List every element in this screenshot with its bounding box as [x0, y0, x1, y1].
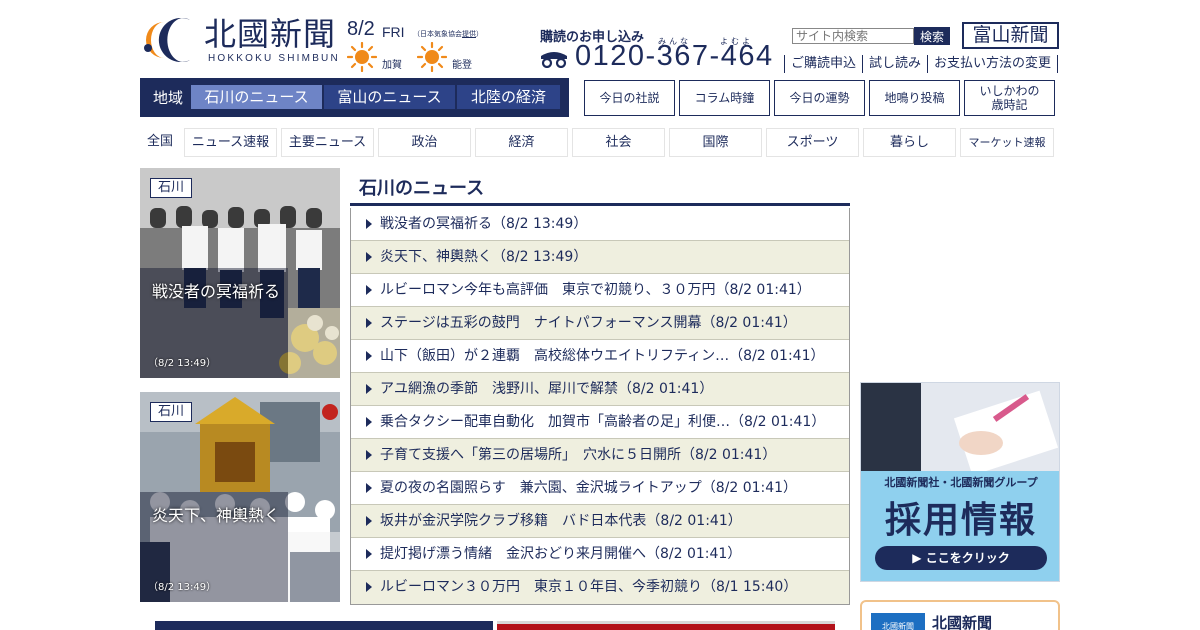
category-breaking-news[interactable]: ニュース速報	[184, 128, 277, 157]
reader-letters-link[interactable]: 地鳴り投稿	[869, 80, 960, 116]
triangle-right-icon	[366, 384, 372, 394]
toyama-shimbun-link[interactable]: 富山新聞	[962, 22, 1059, 49]
free-dial-icon	[541, 52, 567, 68]
payment-change-link[interactable]: お支払い方法の変更	[927, 55, 1059, 73]
sun-icon	[417, 42, 447, 72]
category-international[interactable]: 国際	[669, 128, 762, 157]
triangle-right-icon	[366, 351, 372, 361]
triangle-right-icon	[366, 318, 372, 328]
triangle-right-icon	[366, 549, 372, 559]
triangle-right-icon	[366, 483, 372, 493]
recruit-subtitle: 北國新聞社・北國新聞グループ	[884, 476, 1038, 489]
weather-widget: 8/2 FRI （日本気象協会提供） 加賀 能登	[347, 18, 487, 74]
category-top-news[interactable]: 主要ニュース	[281, 128, 374, 157]
utility-links: ご購読申込 試し読み お支払い方法の変更	[784, 55, 1059, 73]
weather-credit-link[interactable]: 提供	[462, 30, 476, 38]
region-nav: 地域 石川のニュース 富山のニュース 北陸の経済	[140, 78, 569, 117]
subscription-contact[interactable]: 購読のお申し込み みんな よむよ 0120-367-464	[540, 24, 785, 76]
triangle-right-icon	[366, 219, 372, 229]
newspaper-name: 北國新聞	[932, 614, 993, 630]
weather-city-kaga: 加賀	[382, 60, 402, 71]
news-item[interactable]: ルビーロマン今年も高評価 東京で初競り、３０万円（8/2 01:41）	[351, 274, 849, 307]
logo-romaji: HOKKOKU SHIMBUN	[208, 53, 340, 64]
column-links: 今日の社説 コラム時鐘 今日の運勢 地鳴り投稿 いしかわの 歳時記	[584, 80, 1055, 116]
weather-date: 8/2	[347, 18, 375, 40]
news-heading: 石川のニュース	[350, 168, 850, 206]
newspaper-card[interactable]: 北國新聞 北國新聞	[860, 600, 1060, 630]
ishikawa-almanac-link[interactable]: いしかわの 歳時記	[964, 80, 1055, 116]
triangle-right-icon	[366, 417, 372, 427]
triangle-right-icon	[366, 252, 372, 262]
hand-writing-icon	[861, 383, 1059, 476]
recruit-banner-photo	[861, 383, 1059, 476]
triangle-right-icon	[366, 285, 372, 295]
search-button[interactable]: 検索	[914, 27, 950, 45]
triangle-right-icon	[366, 582, 372, 592]
hokkoku-logo-icon	[144, 17, 190, 63]
weather-day: FRI	[382, 24, 405, 40]
news-item[interactable]: アユ網漁の季節 浅野川、犀川で解禁（8/2 01:41）	[351, 373, 849, 406]
photo-tag-ishikawa: 石川	[150, 402, 192, 422]
photo-tag-ishikawa: 石川	[150, 178, 192, 198]
triangle-right-icon	[366, 450, 372, 460]
horoscope-link[interactable]: 今日の運勢	[774, 80, 865, 116]
category-living[interactable]: 暮らし	[863, 128, 956, 157]
photo-story-2[interactable]: 石川 炎天下、神輿熱く （8/2 13:49）	[140, 392, 340, 602]
recruit-click-button[interactable]: ▶ ここをクリック	[875, 546, 1047, 570]
news-heading-title: 石川のニュース	[359, 178, 485, 199]
news-list: 戦没者の冥福祈る（8/2 13:49） 炎天下、神輿熱く（8/2 13:49） …	[350, 208, 850, 605]
subscribe-link[interactable]: ご購読申込	[784, 55, 862, 73]
logo-wordmark: 北國新聞	[204, 15, 337, 53]
tab-toyama-news[interactable]: 富山のニュース	[324, 85, 455, 109]
category-label-national: 全国	[146, 134, 173, 149]
news-item[interactable]: ステージは五彩の鼓門 ナイトパフォーマンス開幕（8/2 01:41）	[351, 307, 849, 340]
bottom-banner-right[interactable]	[497, 621, 835, 630]
subscription-phone[interactable]: 0120-367-464	[575, 40, 774, 73]
site-search-input[interactable]	[792, 28, 914, 44]
editorial-link[interactable]: 今日の社説	[584, 80, 675, 116]
photo-time: （8/2 13:49）	[148, 582, 217, 593]
category-economy[interactable]: 経済	[475, 128, 568, 157]
category-politics[interactable]: 政治	[378, 128, 471, 157]
weather-credit: （日本気象協会提供）	[413, 30, 483, 38]
photo-story-1[interactable]: 石川 戦没者の冥福祈る （8/2 13:49）	[140, 168, 340, 378]
news-item[interactable]: 夏の夜の名園照らす 兼六園、金沢城ライトアップ（8/2 01:41）	[351, 472, 849, 505]
tab-hokuriku-economy[interactable]: 北陸の経済	[457, 85, 560, 109]
jisho-column-link[interactable]: コラム時鐘	[679, 80, 770, 116]
news-item[interactable]: 子育て支援へ「第三の居場所」 穴水に５日開所（8/2 01:41）	[351, 439, 849, 472]
news-item[interactable]: 坂井が金沢学院クラブ移籍 バド日本代表（8/2 01:41）	[351, 505, 849, 538]
news-item[interactable]: 戦没者の冥福祈る（8/2 13:49）	[351, 208, 849, 241]
site-logo[interactable]: 北國新聞 HOKKOKU SHIMBUN	[140, 14, 340, 66]
news-item[interactable]: 炎天下、神輿熱く（8/2 13:49）	[351, 241, 849, 274]
news-item[interactable]: 山下（飯田）が２連覇 高校総体ウエイトリフティン…（8/2 01:41）	[351, 340, 849, 373]
tab-ishikawa-news[interactable]: 石川のニュース	[191, 85, 322, 109]
recruit-banner[interactable]: 北國新聞社・北國新聞グループ 採用情報 ▶ ここをクリック	[860, 382, 1060, 582]
bottom-banner-left[interactable]	[155, 621, 493, 630]
triangle-right-icon	[366, 516, 372, 526]
weather-city-noto: 能登	[452, 60, 472, 71]
photo-time: （8/2 13:49）	[148, 358, 217, 369]
trial-link[interactable]: 試し読み	[862, 55, 927, 73]
category-nav: 全国 ニュース速報 主要ニュース 政治 経済 社会 国際 スポーツ 暮らし マー…	[140, 128, 1058, 157]
category-sports[interactable]: スポーツ	[766, 128, 859, 157]
category-society[interactable]: 社会	[572, 128, 665, 157]
sun-icon	[347, 42, 377, 72]
news-item[interactable]: 提灯掲げ漂う情緒 金沢おどり来月開催へ（8/2 01:41）	[351, 538, 849, 571]
category-market-news[interactable]: マーケット速報	[960, 128, 1054, 157]
photo-title[interactable]: 炎天下、神輿熱く	[152, 502, 280, 526]
recruit-title: 採用情報	[884, 500, 1037, 541]
news-item[interactable]: 乗合タクシー配車自動化 加賀市「高齢者の足」利便…（8/2 01:41）	[351, 406, 849, 439]
newspaper-logo: 北國新聞	[871, 613, 925, 630]
photo-title[interactable]: 戦没者の冥福祈る	[152, 278, 280, 302]
news-item[interactable]: ルビーロマン３０万円 東京１０年目、今季初競り（8/1 15:40）	[351, 571, 849, 604]
region-label: 地域	[153, 89, 184, 107]
